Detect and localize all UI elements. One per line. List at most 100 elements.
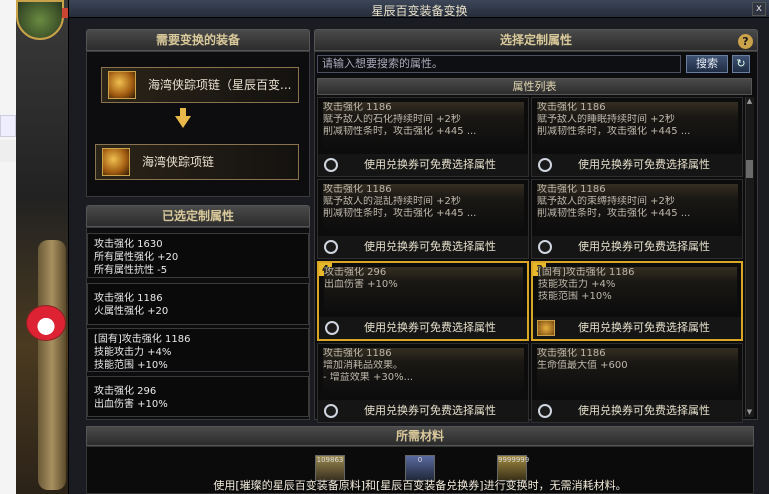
selected-attribute-1[interactable]: 攻击强化 1630 所有属性强化 +20 所有属性抗性 -5 xyxy=(87,233,309,278)
scrollbar-thumb[interactable] xyxy=(746,160,753,178)
card-body: 攻击强化 296 出血伤害 +10% xyxy=(324,267,523,315)
coupon-icon xyxy=(538,404,552,418)
help-icon[interactable]: ? xyxy=(738,34,753,49)
card-footer-text: 使用兑换券可免费选择属性 xyxy=(364,158,496,171)
scroll-up-icon[interactable]: ▲ xyxy=(745,97,754,106)
card-body: 攻击强化 1186 赋予敌人的睡眠持续时间 +2秒 削减韧性条时，攻击强化 +4… xyxy=(537,102,738,150)
attribute-card-selected[interactable]: 4 攻击强化 296 出血伤害 +10% 使用兑换券可免费选择属性 xyxy=(317,261,529,341)
selected-header: 已选定制属性 xyxy=(86,205,310,227)
card-footer-text: 使用兑换券可免费选择属性 xyxy=(578,321,710,334)
attr-line: [固有]攻击强化 1186 xyxy=(94,334,191,345)
card-footer[interactable]: 使用兑换券可免费选择属性 xyxy=(533,317,741,339)
card-body: 攻击强化 1186 生命值最大值 +600 xyxy=(537,348,738,396)
scrollbar-track[interactable] xyxy=(745,97,754,417)
attribute-card[interactable]: 攻击强化 1186 赋予敌人的混乱持续时间 +2秒 削减韧性条时，攻击强化 +4… xyxy=(317,179,529,259)
desktop-strip xyxy=(0,0,16,494)
card-line: 攻击强化 1186 xyxy=(537,184,606,195)
fixed-attribute-icon xyxy=(537,320,555,336)
attr-line: 所有属性强化 +20 xyxy=(94,252,179,263)
search-input[interactable]: 请输入想要搜索的属性。 xyxy=(317,55,681,73)
card-footer[interactable]: 使用兑换券可免费选择属性 xyxy=(319,317,527,339)
source-equipment-name: 海湾侠踪项链（星辰百变... xyxy=(148,78,292,92)
card-line: 赋予敌人的石化持续时间 +2秒 xyxy=(323,114,461,125)
card-footer[interactable]: 使用兑换券可免费选择属性 xyxy=(532,154,742,176)
materials-note: 使用[璀璨的星辰百变装备原料]和[星辰百变装备兑换券]进行变换时，无需消耗材料。 xyxy=(213,479,627,492)
card-body: 攻击强化 1186 增加消耗品效果。 - 增益效果 +30%... xyxy=(323,348,524,396)
side-app-icon[interactable] xyxy=(0,140,16,162)
card-line: 增加消耗品效果。 xyxy=(323,360,403,371)
equip-header: 需要变换的装备 xyxy=(86,29,310,51)
card-line: 技能范围 +10% xyxy=(538,291,612,302)
card-line: [固有]攻击强化 1186 xyxy=(538,267,635,278)
card-footer-text: 使用兑换券可免费选择属性 xyxy=(578,404,710,417)
side-app-icon[interactable] xyxy=(0,115,16,137)
selected-attribute-4[interactable]: 攻击强化 296 出血伤害 +10% xyxy=(87,376,309,417)
coupon-icon xyxy=(538,158,552,172)
selected-attribute-2[interactable]: 攻击强化 1186 火属性强化 +20 xyxy=(87,283,309,325)
coupon-icon xyxy=(324,240,338,254)
card-line: 攻击强化 1186 xyxy=(537,348,606,359)
attr-line: 火属性强化 +20 xyxy=(94,306,169,317)
attr-line: 攻击强化 1630 xyxy=(94,239,163,250)
card-footer-text: 使用兑换券可免费选择属性 xyxy=(578,240,710,253)
card-footer-text: 使用兑换券可免费选择属性 xyxy=(364,321,496,334)
select-attribute-header: 选择定制属性 xyxy=(314,29,758,51)
attribute-list-header: 属性列表 xyxy=(317,78,752,95)
search-button[interactable]: 搜索 xyxy=(686,55,728,73)
materials-header: 所需材料 xyxy=(86,426,754,446)
attr-line: 攻击强化 296 xyxy=(94,386,157,397)
card-line: 削减韧性条时，攻击强化 +445 ... xyxy=(323,208,477,219)
card-line: 攻击强化 1186 xyxy=(537,102,606,113)
card-line: - 增益效果 +30%... xyxy=(323,372,414,383)
card-line: 赋予敌人的束缚持续时间 +2秒 xyxy=(537,196,675,207)
card-footer[interactable]: 使用兑换券可免费选择属性 xyxy=(532,400,742,422)
attribute-card-selected[interactable]: 3 [固有]攻击强化 1186 技能攻击力 +4% 技能范围 +10% 使用兑换… xyxy=(531,261,743,341)
card-line: 攻击强化 296 xyxy=(324,267,387,278)
close-button[interactable]: x xyxy=(752,2,766,16)
material-count: 0 xyxy=(417,456,423,464)
card-line: 赋予敌人的睡眠持续时间 +2秒 xyxy=(537,114,675,125)
transform-window: 星辰百变装备变换 x 需要变换的装备 海湾侠踪项链（星辰百变... 海湾侠踪项链… xyxy=(68,0,769,494)
attr-line: 技能范围 +10% xyxy=(94,360,168,371)
selected-attribute-3[interactable]: [固有]攻击强化 1186 技能攻击力 +4% 技能范围 +10% xyxy=(87,328,309,372)
card-footer[interactable]: 使用兑换券可免费选择属性 xyxy=(318,400,528,422)
attr-line: 出血伤害 +10% xyxy=(94,399,168,410)
card-line: 削减韧性条时，攻击强化 +445 ... xyxy=(537,208,691,219)
card-footer[interactable]: 使用兑换券可免费选择属性 xyxy=(318,154,528,176)
card-line: 出血伤害 +10% xyxy=(324,279,398,290)
necklace-icon xyxy=(108,71,136,99)
coupon-icon xyxy=(325,321,339,335)
mascot-icon[interactable] xyxy=(26,305,66,341)
attribute-card[interactable]: 攻击强化 1186 赋予敌人的睡眠持续时间 +2秒 削减韧性条时，攻击强化 +4… xyxy=(531,97,743,177)
tree-trunk xyxy=(38,240,66,490)
card-footer[interactable]: 使用兑换券可免费选择属性 xyxy=(318,236,528,258)
card-body: 攻击强化 1186 赋予敌人的石化持续时间 +2秒 削减韧性条时，攻击强化 +4… xyxy=(323,102,524,150)
card-body: 攻击强化 1186 赋予敌人的束缚持续时间 +2秒 削减韧性条时，攻击强化 +4… xyxy=(537,184,738,232)
attribute-card[interactable]: 攻击强化 1186 增加消耗品效果。 - 增益效果 +30%... 使用兑换券可… xyxy=(317,343,529,423)
card-line: 削减韧性条时，攻击强化 +445 ... xyxy=(323,126,477,137)
coupon-icon xyxy=(324,158,338,172)
attr-line: 技能攻击力 +4% xyxy=(94,347,172,358)
window-title: 星辰百变装备变换 xyxy=(371,4,468,18)
card-body: 攻击强化 1186 赋予敌人的混乱持续时间 +2秒 削减韧性条时，攻击强化 +4… xyxy=(323,184,524,232)
attribute-card[interactable]: 攻击强化 1186 赋予敌人的束缚持续时间 +2秒 削减韧性条时，攻击强化 +4… xyxy=(531,179,743,259)
source-equipment[interactable]: 海湾侠踪项链（星辰百变... xyxy=(101,67,299,103)
scroll-down-icon[interactable]: ▼ xyxy=(745,408,754,417)
card-line: 攻击强化 1186 xyxy=(323,348,392,359)
materials-panel: 109863 0 9999999 使用[璀璨的星辰百变装备原料]和[星辰百变装备… xyxy=(86,446,754,494)
target-equipment-name: 海湾侠踪项链 xyxy=(142,155,215,169)
title-bar[interactable]: 星辰百变装备变换 x xyxy=(69,0,769,18)
card-footer-text: 使用兑换券可免费选择属性 xyxy=(364,404,496,417)
coupon-icon xyxy=(324,404,338,418)
attribute-card[interactable]: 攻击强化 1186 赋予敌人的石化持续时间 +2秒 削减韧性条时，攻击强化 +4… xyxy=(317,97,529,177)
material-count: 9999999 xyxy=(498,456,530,464)
card-footer[interactable]: 使用兑换券可免费选择属性 xyxy=(532,236,742,258)
card-line: 攻击强化 1186 xyxy=(323,184,392,195)
target-equipment[interactable]: 海湾侠踪项链 xyxy=(95,144,299,180)
refresh-icon[interactable]: ↻ xyxy=(732,55,750,73)
card-footer-text: 使用兑换券可免费选择属性 xyxy=(364,240,496,253)
attr-line: 所有属性抗性 -5 xyxy=(94,265,168,276)
attribute-card[interactable]: 攻击强化 1186 生命值最大值 +600 使用兑换券可免费选择属性 xyxy=(531,343,743,423)
card-body: [固有]攻击强化 1186 技能攻击力 +4% 技能范围 +10% xyxy=(538,267,737,315)
arrow-down-icon xyxy=(175,116,191,128)
